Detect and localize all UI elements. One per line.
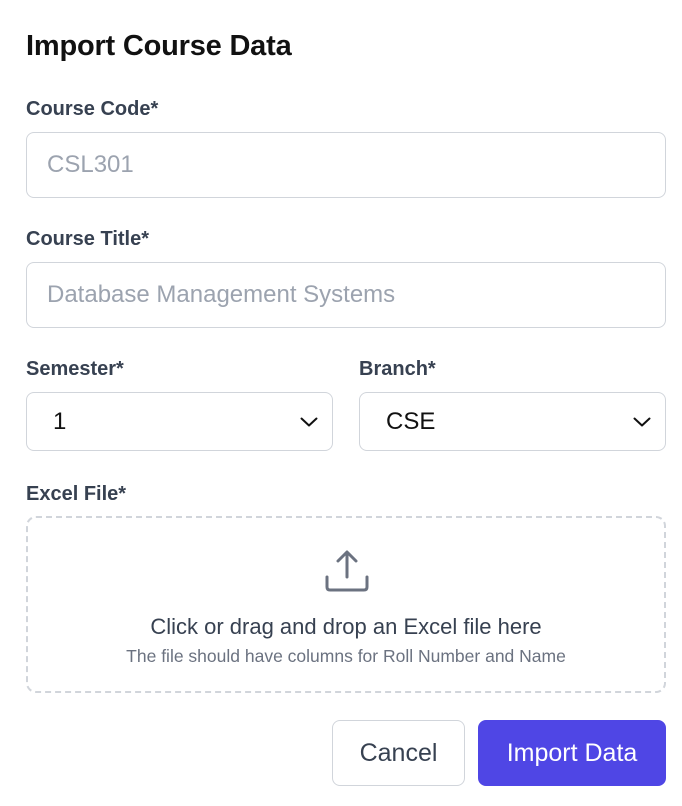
dropzone-hint: The file should have columns for Roll Nu…: [126, 646, 566, 666]
semester-label: Semester*: [26, 358, 124, 380]
dropzone-instruction: Click or drag and drop an Excel file her…: [150, 614, 542, 639]
semester-select[interactable]: 1: [26, 392, 333, 451]
branch-selected-value: CSE: [386, 407, 436, 435]
excel-file-dropzone[interactable]: Click or drag and drop an Excel file her…: [26, 516, 666, 693]
chevron-down-icon: [633, 417, 651, 427]
course-code-label: Course Code*: [26, 98, 159, 120]
import-data-button[interactable]: Import Data: [478, 720, 666, 786]
course-code-input[interactable]: [26, 132, 666, 198]
dialog-title: Import Course Data: [26, 30, 292, 62]
import-course-dialog: Import Course Data Course Code* Course T…: [26, 0, 666, 806]
course-title-input[interactable]: [26, 262, 666, 328]
excel-file-label: Excel File*: [26, 483, 127, 505]
semester-selected-value: 1: [53, 407, 67, 435]
cancel-button[interactable]: Cancel: [332, 720, 465, 786]
branch-label: Branch*: [359, 358, 436, 380]
course-title-label: Course Title*: [26, 228, 149, 250]
upload-icon: [324, 548, 370, 594]
branch-select[interactable]: CSE: [359, 392, 666, 451]
chevron-down-icon: [300, 417, 318, 427]
